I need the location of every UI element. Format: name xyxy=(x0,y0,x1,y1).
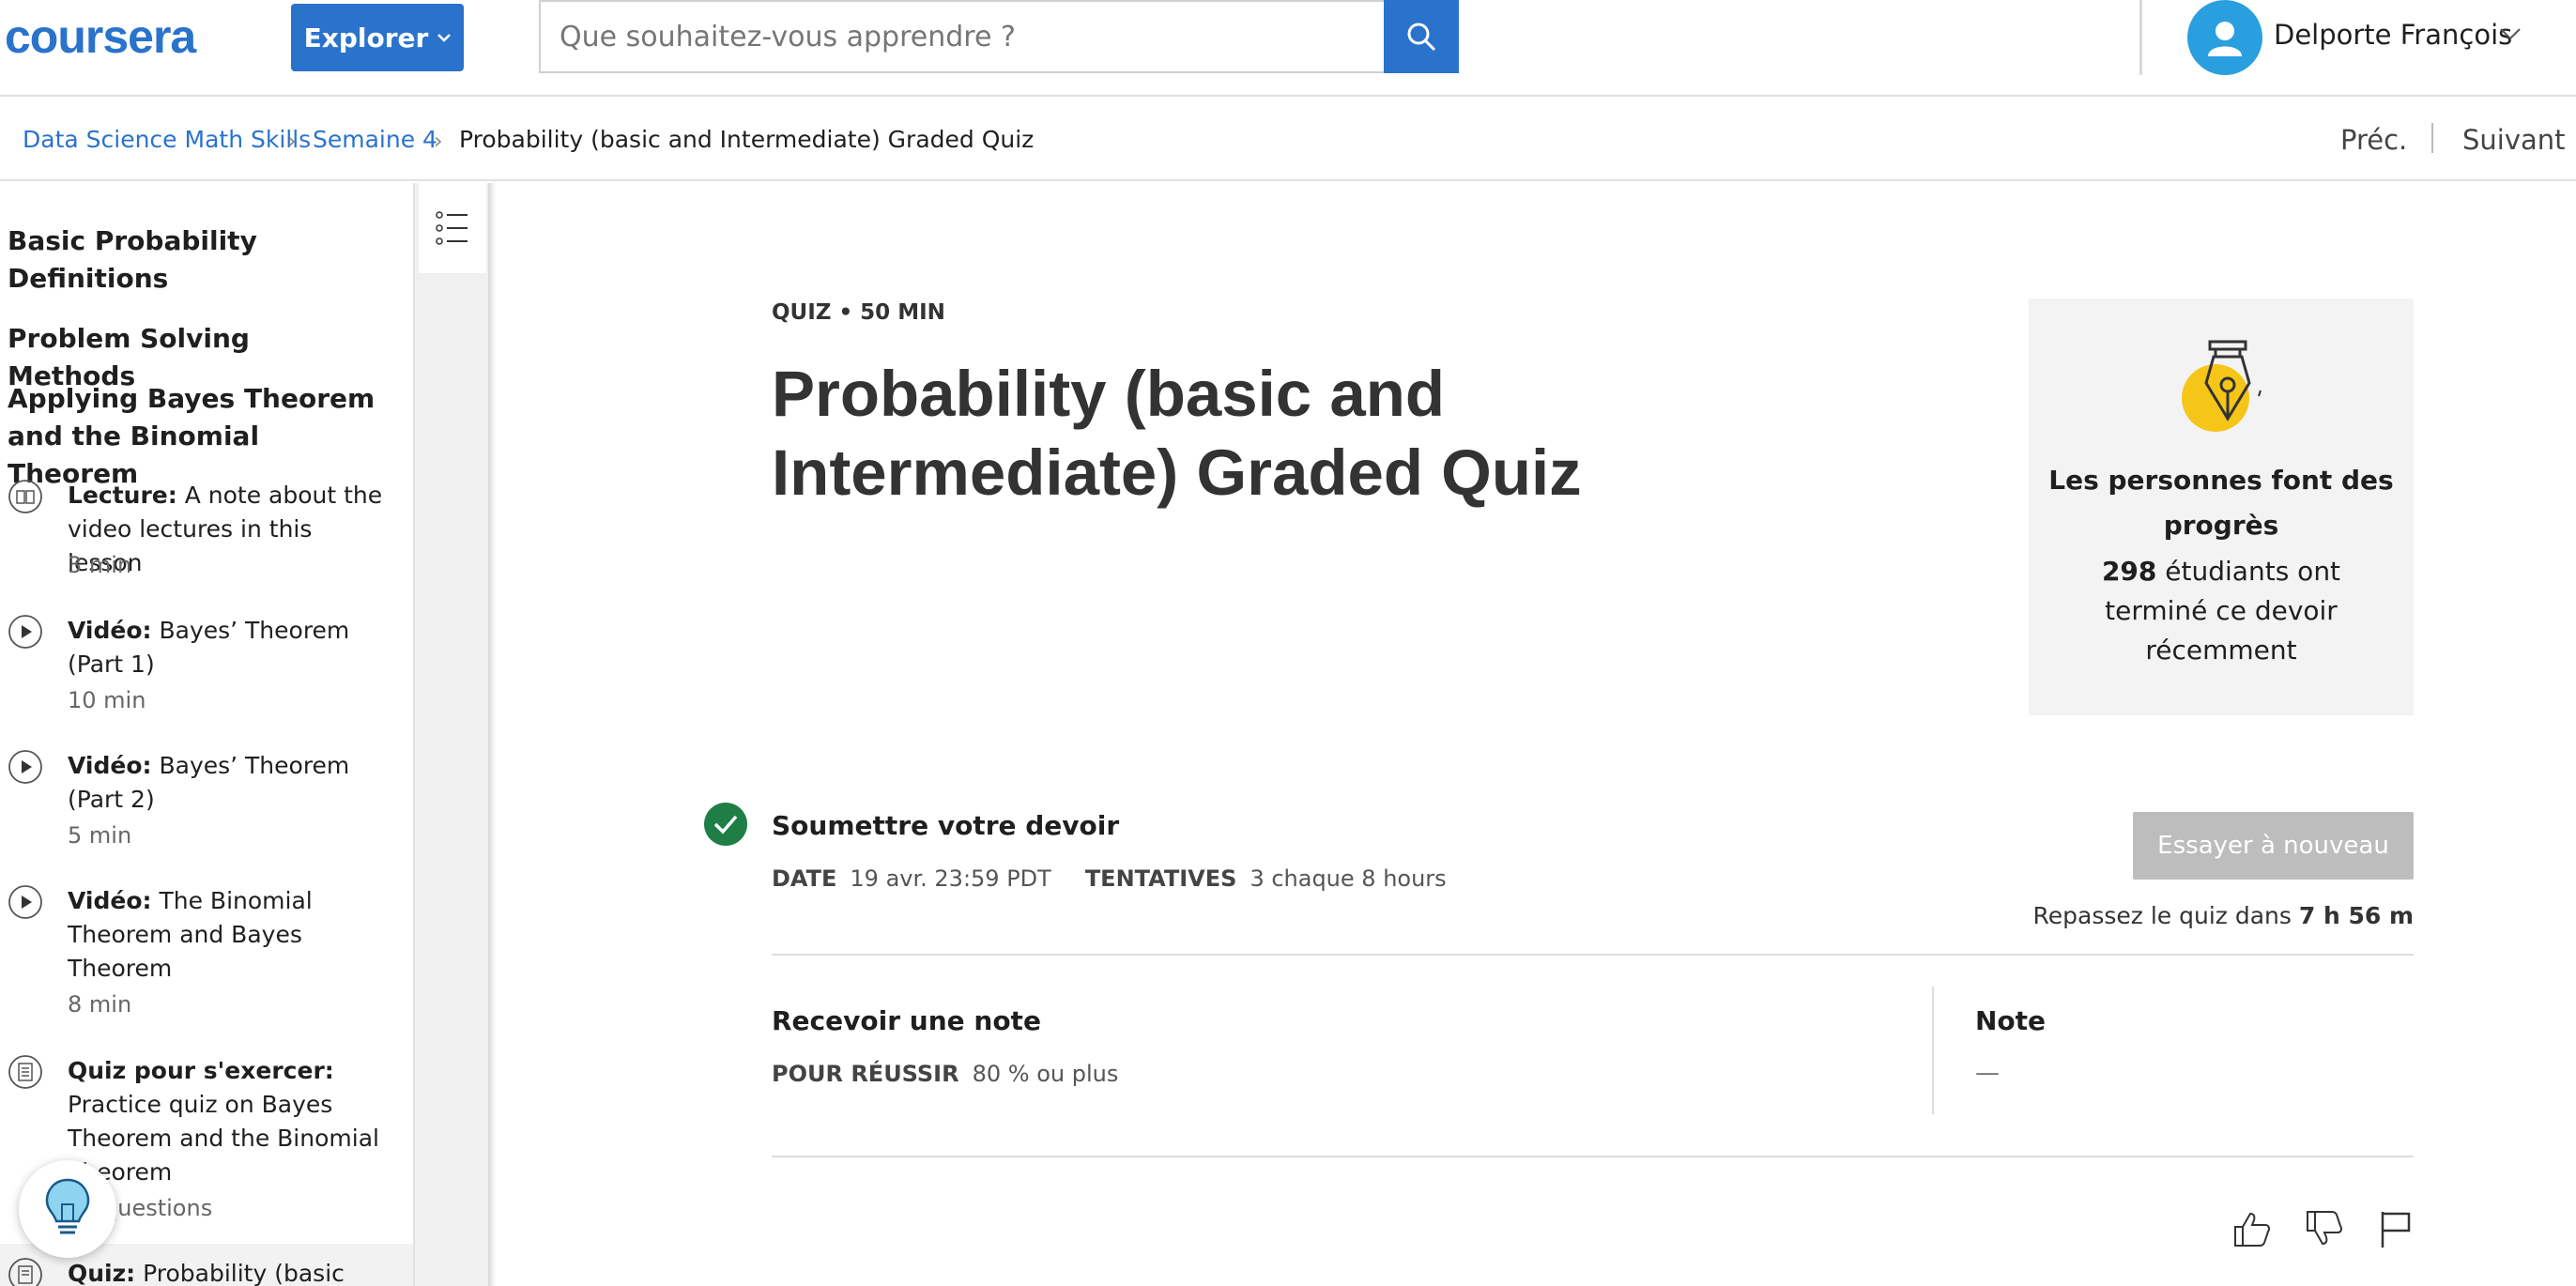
sidebar-item-video-bayes-2[interactable]: Vidéo: Bayes’ Theorem (Part 2) 5 min xyxy=(0,749,413,871)
progress-count: 298 xyxy=(2101,556,2157,587)
date-label: DATE xyxy=(772,865,837,892)
breadcrumb: Data Science Math Skills › Semaine 4 › P… xyxy=(0,99,2576,181)
item-duration: 8 min xyxy=(68,991,132,1018)
quiz-main: QUIZ • 50 MIN Probability (basic and Int… xyxy=(498,183,2576,1286)
list-icon xyxy=(436,211,468,245)
item-type: Quiz pour s'exercer: xyxy=(68,1057,334,1084)
user-name[interactable]: Delporte François xyxy=(2274,19,2512,51)
progress-card: Les personnes font des progrès 298 étudi… xyxy=(2029,299,2414,715)
item-type: Vidéo: xyxy=(68,752,152,779)
due-date-row: DATE 19 avr. 23:59 PDT TENTATIVES 3 chaque … xyxy=(772,865,1447,892)
sidebar-lesson-bayes-binomial[interactable]: Applying Bayes Theorem and the Binomial … xyxy=(8,380,383,493)
search-button[interactable] xyxy=(1384,0,1459,73)
quiz-kicker: QUIZ • 50 MIN xyxy=(772,300,945,325)
user-icon xyxy=(2208,22,2242,56)
content-shadow xyxy=(488,183,496,1286)
chevron-right-icon: › xyxy=(434,128,443,154)
thumbs-up-icon[interactable] xyxy=(2230,1206,2275,1251)
help-bulb-button[interactable] xyxy=(19,1160,116,1258)
sidebar-rail xyxy=(413,183,488,1286)
item-type: Lecture: xyxy=(68,482,177,509)
explore-label: Explorer xyxy=(303,22,429,54)
item-duration: 10 min xyxy=(68,687,146,713)
retake-prefix: Repassez le quiz dans xyxy=(2032,902,2299,929)
breadcrumb-course[interactable]: Data Science Math Skills xyxy=(23,126,311,153)
page-title: Probability (basic and Intermediate) Gra… xyxy=(772,358,1582,509)
check-circle-icon xyxy=(704,803,747,846)
progress-text: 298 étudiants ont terminé ce devoir réce… xyxy=(2047,552,2395,670)
toggle-outline-button[interactable] xyxy=(419,183,486,273)
sidebar-item-video-bayes-1[interactable]: Vidéo: Bayes’ Theorem (Part 1) 10 min xyxy=(0,614,413,736)
grade-value: — xyxy=(1975,1059,2000,1087)
search-icon xyxy=(1407,23,1436,52)
flag-icon[interactable] xyxy=(2373,1206,2418,1251)
lightbulb-icon xyxy=(45,1178,90,1234)
pass-threshold-row: POUR RÉUSSIR 80 % ou plus xyxy=(772,1061,1118,1087)
play-icon xyxy=(8,885,42,919)
progress-title: Les personnes font des progrès xyxy=(2048,465,2394,541)
previous-link[interactable]: Préc. xyxy=(2340,124,2407,156)
course-sidebar: Basic Probability Definitions Problem So… xyxy=(0,183,413,1286)
grade-divider xyxy=(1932,987,1934,1114)
breadcrumb-week[interactable]: Semaine 4 xyxy=(313,126,437,153)
search-placeholder: Que souhaitez-vous apprendre ? xyxy=(560,20,1016,54)
item-type: Vidéo: xyxy=(68,617,152,644)
divider xyxy=(772,1156,2414,1157)
chevron-down-icon xyxy=(437,34,452,42)
sidebar-item-video-binomial[interactable]: Vidéo: The Binomial Theorem and Bayes Th… xyxy=(0,884,413,1034)
book-icon xyxy=(8,480,42,513)
play-icon xyxy=(8,615,42,649)
item-type: Vidéo: xyxy=(68,887,152,914)
item-question-count: questions xyxy=(103,1195,213,1221)
item-title: Practice quiz on Bayes Theorem and the B… xyxy=(68,1091,379,1186)
item-duration: 3 min xyxy=(68,552,132,578)
breadcrumb-current: Probability (basic and Intermediate) Gra… xyxy=(459,126,1035,153)
receive-grade-title: Recevoir une note xyxy=(772,1005,1041,1036)
chevron-right-icon: › xyxy=(287,128,297,154)
retry-button[interactable]: Essayer à nouveau xyxy=(2133,812,2414,880)
play-icon xyxy=(8,750,42,784)
quiz-icon xyxy=(8,1055,42,1089)
item-type: Quiz: xyxy=(68,1260,136,1286)
search-input[interactable]: Que souhaitez-vous apprendre ? xyxy=(539,0,1386,73)
retake-time: 7 h 56 m xyxy=(2298,902,2414,929)
sidebar-lesson-basic-probability[interactable]: Basic Probability Definitions xyxy=(8,222,383,298)
attempts-label: TENTATIVES xyxy=(1084,865,1237,892)
pen-nib-icon xyxy=(2182,340,2262,432)
date-value: 19 avr. 23:59 PDT xyxy=(850,865,1051,892)
thumbs-down-icon[interactable] xyxy=(2302,1206,2347,1251)
top-header: coursera Explorer Que souhaitez-vous app… xyxy=(0,0,2576,97)
quiz-icon xyxy=(8,1258,42,1286)
submit-assignment-title[interactable]: Soumettre votre devoir xyxy=(772,810,1119,841)
attempts-value: 3 chaque 8 hours xyxy=(1250,865,1447,892)
explore-button[interactable]: Explorer xyxy=(291,4,464,71)
item-duration: 5 min xyxy=(68,822,132,849)
avatar[interactable] xyxy=(2187,0,2262,75)
header-divider xyxy=(2139,0,2142,75)
chevron-down-icon[interactable] xyxy=(2499,26,2522,41)
grade-title: Note xyxy=(1975,1005,2047,1036)
pass-label: POUR RÉUSSIR xyxy=(772,1061,959,1087)
pass-value: 80 % ou plus xyxy=(972,1061,1119,1087)
divider xyxy=(772,954,2414,956)
coursera-logo[interactable]: coursera xyxy=(5,9,196,64)
retake-timer: Repassez le quiz dans 7 h 56 m xyxy=(2033,902,2414,929)
sidebar-item-lecture-note[interactable]: Lecture: A note about the video lectures… xyxy=(0,479,413,601)
next-link[interactable]: Suivant xyxy=(2462,124,2566,156)
nav-divider xyxy=(2431,123,2433,153)
